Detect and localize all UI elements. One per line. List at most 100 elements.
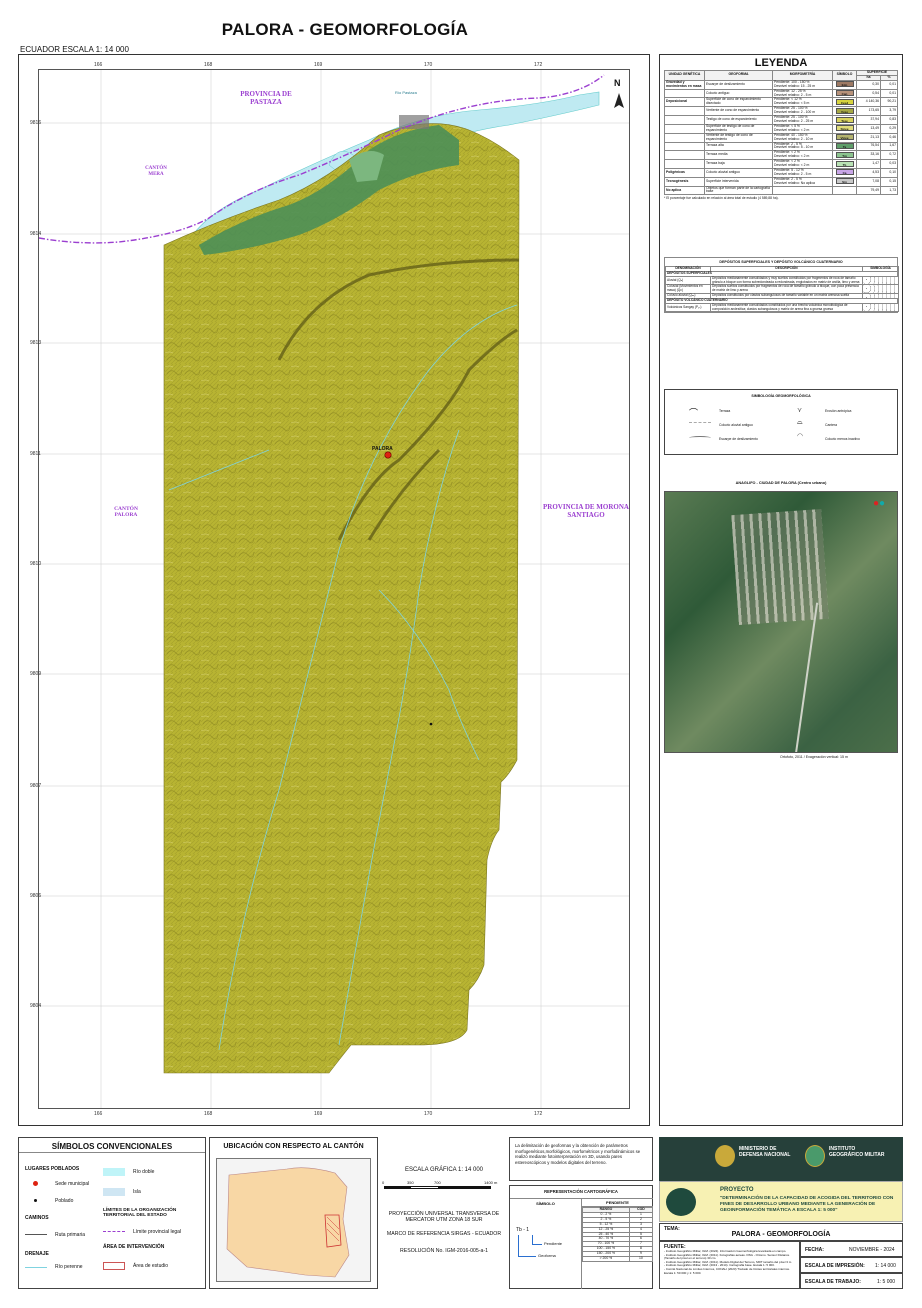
geo-cell-sym: Ta [832, 141, 857, 152]
cod-cell: 10 [628, 1256, 654, 1262]
geo-cell-ha: 4,53 [856, 167, 881, 178]
geo-cell-ha: 33,16 [856, 150, 881, 161]
geo-cell-pct: 1,73 [879, 185, 899, 196]
geo-cell-pct: 0,29 [879, 123, 899, 134]
geo-cell-unit: Tecnogénesis [664, 176, 705, 187]
geo-symbol-swatch: Ca [835, 169, 854, 176]
pendiente-table: RANGO COD 0 - 2 % 1 2 - 5 % 2 5 - 12 % 3 12 - 2… [582, 1207, 654, 1262]
th-unit: UNIDAD GENÉTICA [664, 70, 705, 81]
geo-cell-ha: 21,13 [856, 132, 881, 143]
geo-cell-morpho [772, 185, 833, 196]
dep-cell-desc: Depósitos medianamente consolidados cons… [710, 302, 863, 313]
erosion-symbol-icon: ⋎ [797, 407, 803, 414]
geo-cell-form: Superficie intervenida [704, 176, 773, 187]
label-pastaza: PROVINCIA DE PASTAZA [240, 90, 292, 107]
ministerio-emblem-icon [715, 1145, 735, 1167]
poblado-icon [34, 1199, 37, 1202]
geo-cell-sym: Stcee [832, 123, 857, 134]
y-tick-label: 9816 [30, 120, 42, 126]
ubicacion-svg [226, 1167, 350, 1278]
y-tick-label: 9814 [30, 231, 42, 237]
simbolos-box: SÍMBOLOS CONVENCIONALES LUGARES POBLADOS… [18, 1137, 206, 1289]
limite-label: Límite provincial legal [133, 1229, 182, 1235]
escala-grafica: ESCALA GRÁFICA 1: 14 000 [404, 1167, 484, 1173]
pendiente-row: > 200 % 10 [582, 1256, 654, 1262]
scale-tick: 1400 m [484, 1180, 498, 1185]
trabajo-box: ESCALA DE TRABAJO: 1: 5 000 [800, 1273, 903, 1289]
institution-banner: MINISTERIO DE DEFENSA NACIONAL INSTITUTO… [659, 1137, 903, 1181]
y-tick-label: 9813 [30, 340, 42, 346]
geo-cell-form: Coluvio aluvial antiguo [704, 167, 773, 178]
lugares-heading: LUGARES POBLADOS [25, 1166, 80, 1172]
th-morpho: MORFOMETRÍA [772, 70, 833, 81]
geo-cell-sym: Tb [832, 159, 857, 169]
deposit-table-wrap: DEPÓSITOS SUPERFICIALES Y DEPÓSITO VOLCÁ… [664, 257, 899, 314]
geo-cell-ha: 37,94 [856, 115, 881, 125]
geoforma-label: Geoforma [538, 1253, 556, 1258]
geo-cell-ha: 0,54 [856, 88, 881, 99]
dep-rows-2: Volcánicos Sangay (P₂ₛ) Depósitos mediana… [665, 302, 899, 313]
dep-pattern-swatch [862, 284, 899, 295]
geo-cell-form: Vertiente de testigo de cono de esparcim… [704, 132, 773, 143]
geo-cell-ha: 0,30 [856, 79, 881, 90]
representacion-title: REPRESENTACIÓN CARTOGRÁFICA [544, 1189, 618, 1194]
geo-symbol-swatch: Sin [835, 178, 854, 185]
resolucion: RESOLUCIÓN No. IGM-2016-005-a-1 [400, 1248, 488, 1254]
dep-pattern-swatch [862, 302, 899, 313]
x-tick-label: 166 [94, 62, 103, 68]
geoform-rows: Gravedad y movimientos en masa Escarpe de… [664, 79, 899, 196]
geoform-row: Superficie de testigo de cono de esparci… [664, 123, 899, 134]
anaglifo-note: Ortofoto, 2011 / Exageración vertical: 1… [780, 755, 849, 759]
geo-cell-pct: 0,83 [879, 115, 899, 125]
proyecto-label: PROYECTO [720, 1187, 754, 1193]
geoform-row: Gravedad y movimientos en masa Escarpe de… [664, 79, 899, 90]
road-photo [793, 602, 819, 752]
geo-symbol-swatch: Vtcee [835, 134, 854, 141]
x-tick-label: 166 [94, 1111, 103, 1117]
geo-symbol-swatch: Ta [835, 142, 854, 149]
proyecto-box: PROYECTO "DETERMINACIÓN DE LA CAPACIDAD … [659, 1181, 903, 1222]
impresion-value: 1: 14 000 [875, 1263, 896, 1269]
map-canvas[interactable] [38, 69, 630, 1109]
th-form: GEOFORMA [704, 70, 773, 81]
x-tick-label: 169 [314, 62, 323, 68]
igm-emblem-icon [805, 1145, 825, 1167]
geo-cell-morpho: Pendiente: < 5 % Desnivel relativo: < 2 … [772, 123, 833, 134]
sede-label: Sede municipal [55, 1181, 90, 1187]
geo-cell-unit [664, 115, 705, 125]
geo-cell-sym: Tm [832, 150, 857, 161]
dep-cell-name: Volcánicos Sangay (P₂ₛ) [665, 302, 711, 313]
ubicacion-title: UBICACIÓN CON RESPECTO AL CANTÓN [223, 1143, 364, 1150]
geo-cell-ha: 7,08 [856, 176, 881, 187]
geo-cell-form: Terraza baja [704, 159, 773, 169]
geo-cell-ha: 79,49 [856, 185, 881, 196]
fecha-value: NOVIEMBRE - 2024 [849, 1247, 895, 1253]
y-tick-label: 9807 [30, 783, 42, 789]
x-tick-label: 170 [424, 1111, 433, 1117]
geo-cell-unit [664, 141, 705, 152]
isla-swatch [103, 1188, 125, 1196]
geo-symbol-swatch: Vcee [835, 107, 854, 114]
x-tick-label: 172 [534, 62, 543, 68]
north-arrow-icon [614, 93, 624, 108]
fuente-item: - Comité Nacional de Límites Internos, C… [664, 1266, 790, 1275]
rio-perenne-label: Río perenne [55, 1264, 83, 1270]
x-tick-label: 169 [314, 1111, 323, 1117]
geo-cell-ha: 13,49 [856, 123, 881, 134]
geo-cell-unit [664, 88, 705, 99]
anaglifo-image[interactable]: ●● [664, 491, 898, 753]
ubicacion-map[interactable] [216, 1158, 371, 1282]
tema-box: TEMA: PALORA - GEOMORFOLOGÍA [659, 1223, 903, 1241]
coluvio-inactivo-icon: ◠ [797, 433, 804, 440]
geo-cell-sym: Vcee [832, 106, 857, 117]
geoform-table-wrap: UNIDAD GENÉTICA GEOFORMA MORFOMETRÍA SÍM… [664, 70, 899, 200]
x-tick-label: 168 [204, 1111, 213, 1117]
drenaje-heading: DRENAJE [25, 1251, 49, 1257]
isla-label: Isla [133, 1189, 141, 1195]
symb-item: Terraza [719, 409, 731, 413]
symb-title: SIMBOLOGÍA GEOMORFOLÓGICA [751, 394, 811, 398]
geo-cell-sym: Edo [832, 79, 857, 90]
geo-cell-sym: Sin [832, 176, 857, 187]
symb-item: Cantera [825, 423, 838, 427]
geo-cell-ha: 76,54 [856, 141, 881, 152]
